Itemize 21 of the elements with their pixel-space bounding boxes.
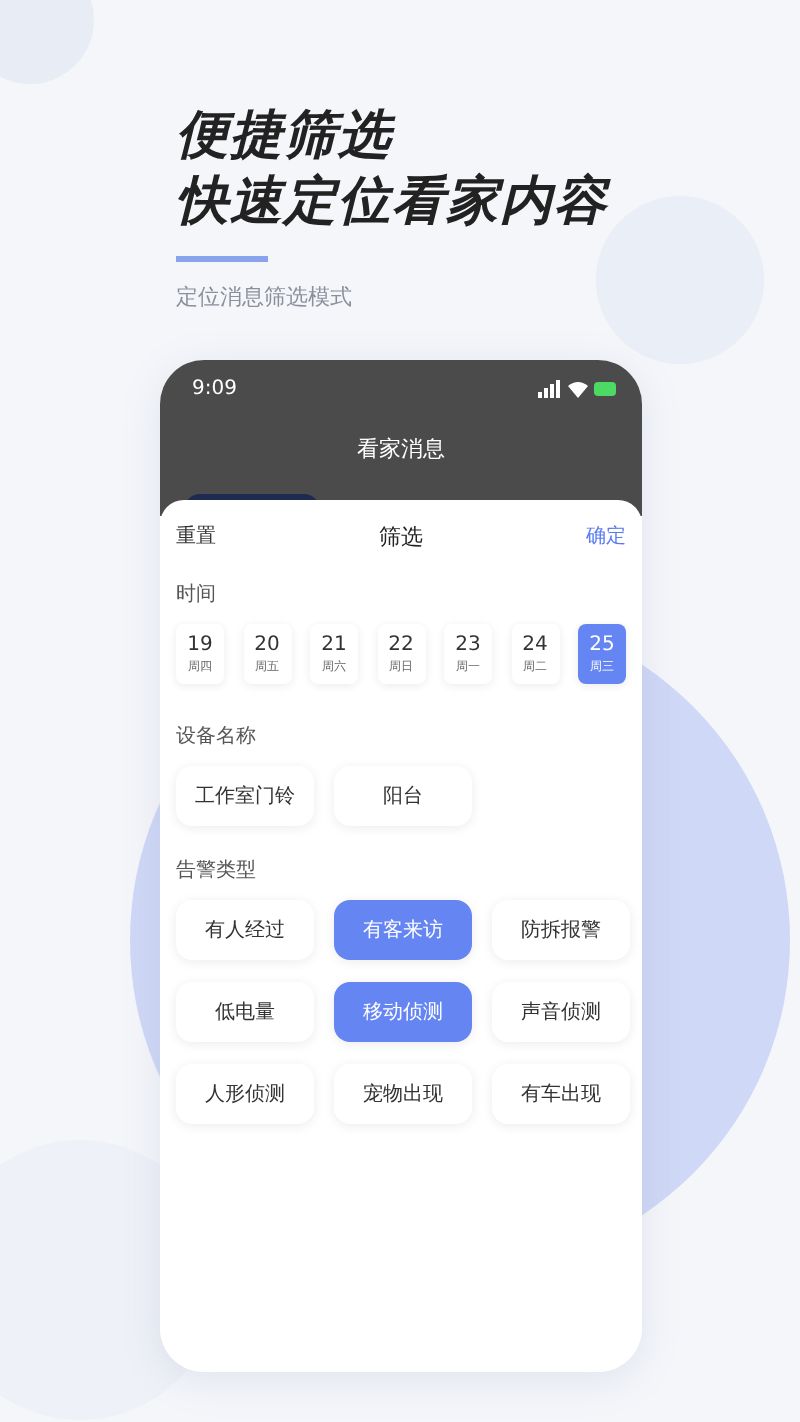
alarm-type-chip[interactable]: 声音侦测 [492,982,630,1042]
headline: 快速定位看家内容 [176,170,613,236]
section-label: 设备名称 [176,724,258,750]
alarm-type-chip[interactable]: 人形侦测 [176,1064,314,1124]
sheet-title: 筛选 [379,521,423,551]
device-chip[interactable]: 工作室门铃 [176,766,314,826]
section-label: 告警类型 [176,857,258,884]
alarm-type-chip[interactable]: 有车出现 [492,1064,630,1124]
alarm-type-chip[interactable]: 低电量 [176,982,314,1042]
device-chip[interactable]: 阳台 [334,766,472,826]
headline: 便捷筛选 [176,104,398,170]
alarm-type-chip[interactable]: 宠物出现 [334,1064,472,1124]
reset-button[interactable]: 重置 [176,522,216,550]
status-time: 9:09 [192,378,237,400]
status-icons-icon [538,380,618,398]
confirm-button[interactable]: 确定 [586,522,626,550]
alarm-type-chip[interactable]: 防拆报警 [492,900,630,960]
screen-title: 看家消息 [355,434,447,464]
section-label: 时间 [176,581,218,608]
alarm-type-chip[interactable]: 有人经过 [176,900,314,960]
subtitle: 定位消息筛选模式 [176,282,354,312]
